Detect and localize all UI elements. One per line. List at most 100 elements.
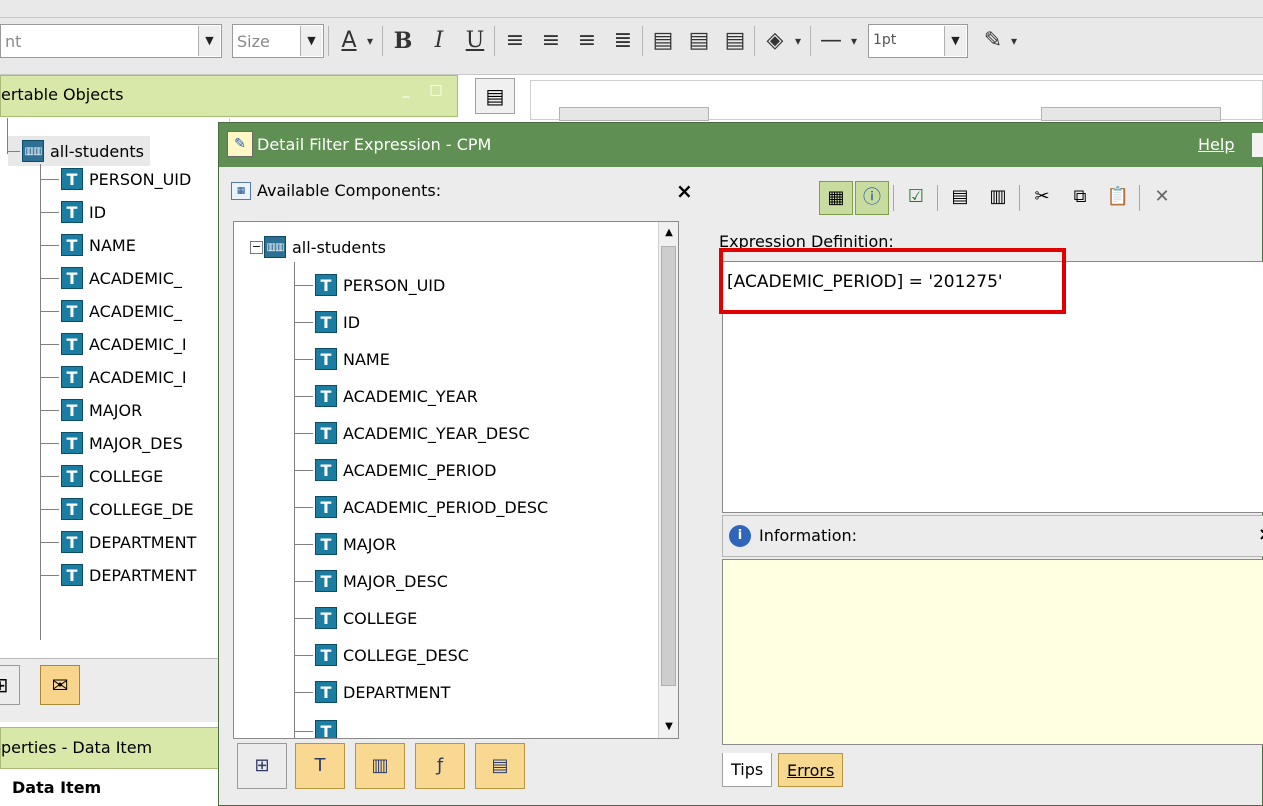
tree-view-icon[interactable]: ▦ xyxy=(819,181,853,215)
italic-icon[interactable]: I xyxy=(424,24,454,58)
source-tab-icon[interactable]: ⊞ xyxy=(237,743,287,789)
toolbar-separator xyxy=(810,26,811,56)
data-item-icon: T xyxy=(315,422,337,444)
close-icon[interactable]: × xyxy=(1258,524,1263,545)
vertical-align-middle-icon[interactable]: ▤ xyxy=(684,24,714,58)
chevron-down-icon[interactable]: ▼ xyxy=(944,26,966,56)
maximize-icon[interactable]: □ xyxy=(426,82,446,102)
tab-tips[interactable]: Tips xyxy=(722,753,773,787)
vertical-align-bottom-icon[interactable]: ▤ xyxy=(720,24,750,58)
toolbar-separator xyxy=(494,26,495,56)
close-icon[interactable]: × xyxy=(676,179,693,203)
chevron-down-icon[interactable]: ▾ xyxy=(1006,24,1022,58)
chevron-down-icon[interactable]: ▾ xyxy=(846,24,862,58)
scroll-up-icon[interactable]: ▲ xyxy=(660,223,678,243)
tree-item[interactable]: T PERSON_UID xyxy=(41,164,191,194)
line-style-icon[interactable]: — xyxy=(816,24,846,58)
tree-item[interactable]: T NAME xyxy=(41,230,136,260)
data-item-icon: T xyxy=(61,531,83,553)
tree-item[interactable]: T PERSON_UID xyxy=(295,270,445,300)
tree-item[interactable]: T COLLEGE_DESC xyxy=(295,640,469,670)
tab-errors[interactable]: Errors xyxy=(778,753,844,787)
tree-item[interactable]: T DEPARTMENT xyxy=(41,560,196,590)
tree-item[interactable]: T ACADEMIC_I xyxy=(41,362,187,392)
tree-item[interactable]: T ACADEMIC_PERIOD xyxy=(295,455,496,485)
tree-scrollbar[interactable]: ▲ ▼ xyxy=(658,222,678,738)
collapse-icon[interactable]: − xyxy=(250,241,263,254)
expression-editor-icon: ✎ xyxy=(227,131,253,157)
tree-item[interactable]: T ACADEMIC_YEAR xyxy=(295,381,478,411)
tree-item[interactable]: T ACADEMIC_ xyxy=(41,263,182,293)
toolbar-separator xyxy=(754,26,755,56)
tree-item[interactable]: T NAME xyxy=(295,344,390,374)
help-link[interactable]: Help xyxy=(1198,135,1234,154)
align-left-icon[interactable]: ≡ xyxy=(500,24,530,58)
tree-item[interactable]: T ID xyxy=(41,197,106,227)
data-item-icon: T xyxy=(61,168,83,190)
tree-item[interactable]: T ID xyxy=(295,307,360,337)
tree-item[interactable]: T MAJOR_DES xyxy=(41,428,183,458)
tree-item[interactable]: T COLLEGE xyxy=(295,603,417,633)
size-combo[interactable]: Size ▼ xyxy=(232,24,324,58)
tree-item[interactable]: T ACADEMIC_PERIOD_DESC xyxy=(295,492,548,522)
minimize-icon[interactable]: _ xyxy=(396,82,416,102)
align-center-icon[interactable]: ≡ xyxy=(536,24,566,58)
data-item-icon: T xyxy=(61,234,83,256)
tree-item[interactable]: T xyxy=(295,716,343,738)
fill-color-icon[interactable]: ◈ xyxy=(760,24,790,58)
tree-root-item[interactable]: ▥▥ all-students xyxy=(264,232,386,262)
tree-item[interactable]: T COLLEGE_DE xyxy=(41,494,194,524)
tree-item[interactable]: T COLLEGE xyxy=(41,461,163,491)
justify-icon[interactable]: ≣ xyxy=(608,24,638,58)
tree-item[interactable]: T DEPARTMENT xyxy=(295,677,450,707)
data-items-tab-icon[interactable]: T xyxy=(295,743,345,789)
data-item-icon: T xyxy=(61,201,83,223)
chevron-down-icon[interactable]: ▾ xyxy=(790,24,806,58)
functions-tab-icon[interactable]: ƒ xyxy=(415,743,465,789)
scroll-down-icon[interactable]: ▼ xyxy=(660,717,678,737)
copy-icon[interactable]: ⧉ xyxy=(1063,181,1097,215)
data-item-icon: T xyxy=(61,432,83,454)
data-item-icon: T xyxy=(315,681,337,703)
chevron-down-icon[interactable]: ▾ xyxy=(362,24,378,58)
tree-item[interactable]: T MAJOR xyxy=(41,395,142,425)
tree-item[interactable]: T MAJOR_DESC xyxy=(295,566,448,596)
vertical-align-top-icon[interactable]: ▤ xyxy=(648,24,678,58)
chevron-down-icon[interactable]: ▼ xyxy=(300,26,322,56)
tree-item[interactable]: T DEPARTMENT xyxy=(41,527,196,557)
info-icon[interactable]: ⓘ xyxy=(855,181,889,215)
queries-tab-icon[interactable]: ▥ xyxy=(355,743,405,789)
toolbox-tab-icon[interactable]: ✉ xyxy=(40,665,80,705)
tree-root-item[interactable]: ▥▥ all-students xyxy=(8,136,150,166)
scrollbar-thumb[interactable] xyxy=(661,246,676,686)
delete-icon[interactable]: ✕ xyxy=(1145,181,1179,215)
tree-item[interactable]: T ACADEMIC_I xyxy=(41,329,187,359)
detail-view-icon[interactable]: ▥ xyxy=(981,181,1015,215)
source-tab-icon[interactable]: ⊞ xyxy=(0,665,20,705)
line-width-combo[interactable]: 1pt ▼ xyxy=(868,24,968,58)
page-explorer-icon[interactable]: ▤ xyxy=(475,78,515,114)
paste-icon[interactable]: 📋 xyxy=(1101,181,1135,215)
parameters-tab-icon[interactable]: ▤ xyxy=(475,743,525,789)
chevron-down-icon[interactable]: ▼ xyxy=(198,26,220,56)
toolbar-top-strip xyxy=(0,0,1263,18)
tree-item[interactable]: T ACADEMIC_ xyxy=(41,296,182,326)
font-color-icon[interactable]: A xyxy=(334,24,364,58)
report-canvas-background xyxy=(530,80,1263,121)
validate-check-icon[interactable]: ☑ xyxy=(899,181,933,215)
data-item-icon: T xyxy=(315,720,337,738)
underline-icon[interactable]: U xyxy=(460,24,490,58)
tree-item[interactable]: T ACADEMIC_YEAR_DESC xyxy=(295,418,530,448)
list-view-icon[interactable]: ▤ xyxy=(943,181,977,215)
insertable-objects-header: ertable Objects _ □ xyxy=(0,75,458,117)
properties-data-item: Data Item xyxy=(0,770,230,806)
cut-icon[interactable]: ✂ xyxy=(1025,181,1059,215)
font-combo[interactable]: nt ▼ xyxy=(0,24,222,58)
information-label: Information: xyxy=(759,526,858,545)
help-button[interactable] xyxy=(1252,133,1263,157)
bold-icon[interactable]: B xyxy=(388,24,418,58)
tree-item[interactable]: T MAJOR xyxy=(295,529,396,559)
font-combo-value: nt xyxy=(5,32,22,51)
line-color-icon[interactable]: ✎ xyxy=(978,24,1008,58)
align-right-icon[interactable]: ≡ xyxy=(572,24,602,58)
